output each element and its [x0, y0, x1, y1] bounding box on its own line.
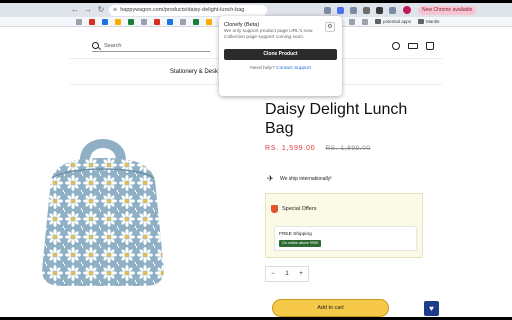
free-shipping-card: FREE Shipping On orders above ₹999 [274, 226, 417, 251]
bookmark-folder-potential-apps[interactable]: potential apps [375, 19, 411, 24]
special-offers-panel: Special Offers FREE Shipping On orders a… [265, 193, 423, 258]
url-text: happywagon.com/products/daisy-delight-lu… [120, 7, 245, 13]
bookmark-icon[interactable] [167, 18, 173, 25]
product-image[interactable] [28, 120, 178, 290]
popup-text: We only support product page URL's now. … [224, 29, 314, 40]
account-icon[interactable] [392, 42, 400, 50]
compare-price: RS. 1,899.00 [325, 145, 371, 152]
free-shipping-title: FREE Shipping [279, 232, 312, 237]
add-to-cart-button[interactable]: Add to cart [272, 299, 389, 317]
truck-icon[interactable] [408, 43, 418, 49]
extensions-row [324, 6, 396, 14]
bookmark-icon[interactable] [76, 18, 82, 25]
product-title: Daisy Delight Lunch Bag [265, 101, 408, 137]
browser-toolbar: ← → ↻ ⊜ happywagon.com/products/daisy-de… [0, 3, 512, 17]
site-info-icon[interactable]: ⊜ [113, 7, 117, 13]
star-icon[interactable] [324, 6, 331, 14]
bookmark-icon[interactable] [180, 18, 186, 25]
nav-item-stationery[interactable]: Stationery & Desk [170, 69, 218, 75]
bookmark-icon[interactable] [154, 18, 160, 25]
header-icons [392, 42, 434, 50]
wishlist-heart-icon[interactable]: ♥ [424, 301, 439, 316]
search-icon [92, 42, 99, 49]
folder-icon [375, 19, 381, 24]
reload-icon[interactable]: ↻ [96, 5, 106, 15]
sidebar-icon[interactable] [389, 6, 396, 14]
shipping-info: ✈ We ship internationally! [267, 174, 332, 183]
new-chrome-button[interactable]: New Chrome available [418, 5, 477, 15]
airplane-icon: ✈ [267, 174, 274, 183]
bookmark-icon[interactable] [206, 18, 212, 25]
clonefy-popup: Clonefy (Beta) We only support product p… [219, 16, 342, 96]
sale-price: RS. 1,599.00 [265, 145, 316, 152]
extension-icon[interactable] [350, 6, 357, 14]
search-input[interactable]: Search [92, 40, 210, 52]
qty-plus-button[interactable]: + [299, 271, 303, 277]
extension-icon[interactable] [337, 6, 344, 14]
back-icon[interactable]: ← [70, 5, 80, 15]
cart-icon[interactable] [426, 42, 434, 50]
price-row: RS. 1,599.00 RS. 1,899.00 [265, 145, 371, 152]
popup-title: Clonefy (Beta) [224, 22, 260, 28]
bookmark-icon[interactable] [362, 18, 368, 25]
screen: ← → ↻ ⊜ happywagon.com/products/daisy-de… [0, 0, 512, 320]
folder-icon [418, 19, 425, 24]
qty-value[interactable]: 1 [285, 271, 288, 277]
clone-product-button[interactable]: Clone Product [224, 49, 337, 60]
address-bar[interactable]: ⊜ happywagon.com/products/daisy-delight-… [109, 4, 267, 16]
bookmark-icon[interactable] [102, 18, 108, 25]
offer-badge-icon [271, 205, 278, 213]
ship-text: We ship internationally! [280, 175, 332, 182]
clonefy-extension-icon[interactable] [376, 6, 383, 14]
bookmark-folder-mantle[interactable]: Mantle [418, 19, 440, 24]
profile-avatar[interactable] [403, 6, 411, 14]
bookmark-icon[interactable] [141, 18, 147, 25]
puzzle-icon[interactable] [363, 6, 370, 14]
settings-icon[interactable]: ⚙ [325, 22, 335, 32]
qty-minus-button[interactable]: − [271, 271, 275, 277]
gmail-icon[interactable] [89, 18, 95, 25]
contact-support-link[interactable]: Contact Support [276, 66, 311, 71]
popup-help: Need help? Contact Support [224, 66, 337, 71]
bookmark-icon[interactable] [128, 18, 134, 25]
offers-title: Special Offers [282, 206, 317, 212]
search-placeholder: Search [104, 42, 122, 49]
quantity-stepper: − 1 + [265, 266, 309, 282]
bookmark-icon[interactable] [193, 18, 199, 25]
free-shipping-badge: On orders above ₹999 [279, 240, 322, 247]
help-text: Need help? [250, 66, 275, 71]
bookmark-icon[interactable] [349, 18, 355, 25]
bookmark-icon[interactable] [115, 18, 121, 25]
offers-header: Special Offers [271, 205, 316, 213]
forward-icon[interactable]: → [83, 5, 93, 15]
